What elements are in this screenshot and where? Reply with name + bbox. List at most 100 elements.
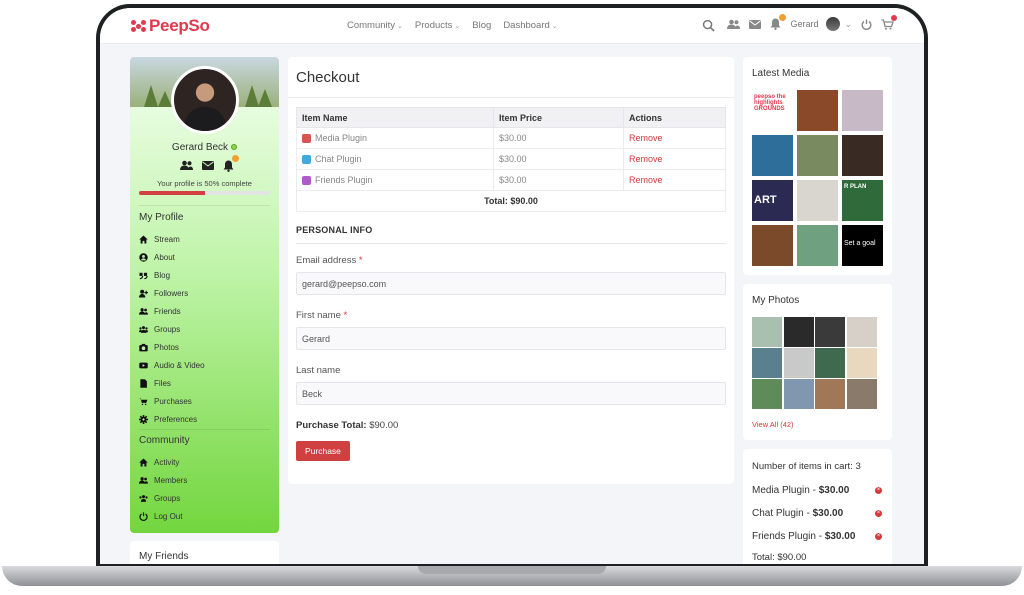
photo-tile[interactable] bbox=[815, 348, 845, 378]
media-tile[interactable] bbox=[797, 90, 838, 131]
profile-avatar[interactable] bbox=[171, 66, 239, 134]
media-tile[interactable]: R PLAN bbox=[842, 180, 883, 221]
nav-label: Community bbox=[347, 20, 396, 31]
my-photos-widget: My Photos View All (42) bbox=[743, 284, 892, 440]
cart-icon[interactable] bbox=[881, 14, 897, 31]
sidebar-item-followers[interactable]: Followers bbox=[139, 284, 274, 302]
photo-tile[interactable] bbox=[783, 317, 814, 347]
item-name-cell: Chat Plugin bbox=[296, 148, 494, 170]
photo-tile[interactable] bbox=[815, 317, 845, 347]
latest-media-widget: Latest Media peepso the highlights GROUN… bbox=[743, 57, 892, 275]
sidebar-item-stream[interactable]: Stream bbox=[139, 230, 274, 248]
friends-icon[interactable] bbox=[180, 159, 193, 172]
photo-tile[interactable] bbox=[752, 317, 782, 347]
media-tile-caption: peepso the highlights GROUNDS bbox=[754, 94, 786, 112]
profile-quick-icons bbox=[180, 155, 239, 172]
screen: PeepSo Community ⌄ Products ⌄ Blog Dashboa… bbox=[100, 8, 924, 564]
photo-tile[interactable] bbox=[752, 348, 782, 378]
chevron-down-icon: ⌄ bbox=[454, 22, 461, 30]
user-name[interactable]: Gerard bbox=[790, 19, 818, 29]
purchase-button[interactable]: Purchase bbox=[296, 441, 350, 461]
media-tile[interactable] bbox=[797, 180, 838, 221]
remove-icon[interactable]: × bbox=[875, 487, 882, 494]
photo-tile[interactable] bbox=[846, 348, 877, 378]
sidebar-item-label: Friends bbox=[154, 306, 181, 316]
remove-link[interactable]: Remove bbox=[623, 127, 726, 149]
messages-icon[interactable] bbox=[748, 18, 761, 31]
checkout-panel: Checkout Item Name Item Price Actions Me… bbox=[288, 57, 734, 484]
email-field[interactable] bbox=[296, 272, 726, 295]
last-name-field[interactable] bbox=[296, 382, 726, 405]
media-tile[interactable]: peepso the highlights GROUNDS bbox=[752, 90, 793, 131]
media-tile[interactable]: Set a goal bbox=[842, 225, 883, 266]
view-all-photos-link[interactable]: View All (42) bbox=[752, 420, 794, 429]
remove-icon[interactable]: × bbox=[875, 510, 882, 517]
media-tile[interactable] bbox=[797, 135, 838, 176]
sidebar-item-label: Log Out bbox=[154, 511, 183, 521]
first-name-field[interactable] bbox=[296, 327, 726, 350]
sidebar-item-log-out[interactable]: Log Out bbox=[139, 507, 274, 525]
media-tile[interactable]: ART bbox=[752, 180, 793, 221]
sidebar-item-groups[interactable]: Groups bbox=[139, 320, 274, 338]
my-photos-grid bbox=[752, 317, 877, 409]
logo[interactable]: PeepSo bbox=[131, 16, 210, 36]
required-marker: * bbox=[343, 310, 348, 321]
cart-widget: Number of items in cart: 3 Media Plugin … bbox=[743, 449, 892, 564]
divider bbox=[139, 205, 270, 206]
chevron-down-icon[interactable]: ⌄ bbox=[844, 19, 852, 30]
profile-name[interactable]: Gerard Beck bbox=[130, 142, 279, 153]
photo-tile[interactable] bbox=[846, 379, 877, 409]
media-tile[interactable] bbox=[842, 135, 883, 176]
sidebar-item-about[interactable]: About bbox=[139, 248, 274, 266]
profile-name-text: Gerard Beck bbox=[171, 142, 229, 153]
media-tile[interactable] bbox=[842, 90, 883, 131]
sidebar-item-audio-video[interactable]: Audio & Video bbox=[139, 356, 274, 374]
sidebar-item-members[interactable]: Members bbox=[139, 471, 274, 489]
notifications-icon[interactable] bbox=[769, 13, 787, 31]
search-icon[interactable] bbox=[702, 19, 715, 32]
nav-item-products[interactable]: Products ⌄ bbox=[415, 20, 460, 31]
cart-item-price: $30.00 bbox=[824, 531, 856, 542]
media-tile[interactable] bbox=[752, 225, 793, 266]
sidebar-item-blog[interactable]: Blog bbox=[139, 266, 274, 284]
members-icon[interactable] bbox=[727, 18, 741, 31]
avatar[interactable] bbox=[826, 17, 841, 31]
sidebar-item-preferences[interactable]: Preferences bbox=[139, 410, 274, 428]
photo-tile[interactable] bbox=[846, 317, 877, 347]
first-name-label: First name * bbox=[296, 310, 347, 321]
sidebar-item-purchases[interactable]: Purchases bbox=[139, 392, 274, 410]
sidebar-item-photos[interactable]: Photos bbox=[139, 338, 274, 356]
photo-tile[interactable] bbox=[815, 379, 845, 409]
last-name-label: Last name bbox=[296, 365, 340, 376]
remove-link[interactable]: Remove bbox=[623, 169, 726, 191]
cart-badge bbox=[891, 14, 897, 21]
photo-tile[interactable] bbox=[783, 348, 814, 378]
last-name-label-text: Last name bbox=[296, 365, 341, 376]
photo-tile[interactable] bbox=[783, 379, 814, 409]
divider bbox=[288, 97, 734, 98]
cart-item-count: Number of items in cart: 3 bbox=[752, 461, 861, 472]
table-row: Media Plugin $30.00 Remove bbox=[296, 127, 726, 149]
media-tile[interactable] bbox=[797, 225, 838, 266]
nav-item-dashboard[interactable]: Dashboard ⌄ bbox=[503, 20, 557, 31]
sidebar-item-files[interactable]: Files bbox=[139, 374, 274, 392]
photo-tile[interactable] bbox=[752, 379, 782, 409]
laptop-notch bbox=[418, 566, 606, 574]
column-header: Item Name bbox=[296, 107, 494, 128]
remove-icon[interactable]: × bbox=[875, 533, 882, 540]
messages-icon[interactable] bbox=[201, 159, 214, 172]
sidebar-item-groups[interactable]: Groups bbox=[139, 489, 274, 507]
power-icon[interactable] bbox=[860, 18, 873, 31]
sidebar-item-label: Files bbox=[154, 378, 171, 388]
remove-link[interactable]: Remove bbox=[623, 148, 726, 170]
required-marker: * bbox=[358, 255, 363, 266]
media-tile[interactable] bbox=[752, 135, 793, 176]
item-price: $30.00 bbox=[493, 127, 624, 149]
camera-icon bbox=[139, 343, 148, 351]
sidebar-item-activity[interactable]: Activity bbox=[139, 453, 274, 471]
nav-item-community[interactable]: Community ⌄ bbox=[347, 20, 403, 31]
sidebar-item-friends[interactable]: Friends bbox=[139, 302, 274, 320]
nav-item-blog[interactable]: Blog bbox=[472, 20, 491, 31]
notifications-icon[interactable] bbox=[222, 155, 239, 172]
column-header: Actions bbox=[623, 107, 726, 128]
